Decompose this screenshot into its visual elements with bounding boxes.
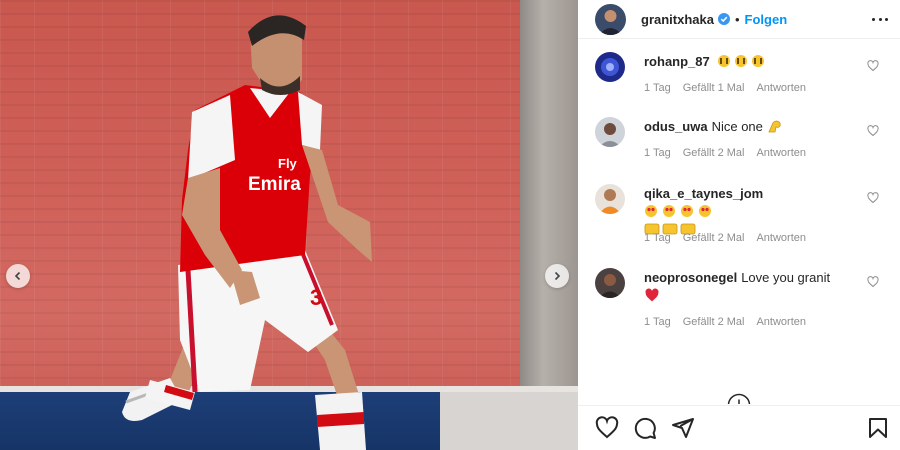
flexed-biceps-emoji-icon (767, 120, 781, 133)
more-options-icon[interactable] (872, 11, 888, 27)
comment-meta: 1 Tag Gefällt 1 Mal Antworten (644, 82, 806, 94)
heart-icon[interactable] (595, 416, 619, 440)
comment-time: 1 Tag (644, 82, 671, 94)
carousel-prev-button[interactable] (6, 264, 30, 288)
face-with-open-hands-emoji-icon (718, 55, 765, 67)
bookmark-icon[interactable] (866, 416, 890, 440)
heart-outline-icon[interactable] (867, 125, 879, 137)
verified-badge-icon (717, 13, 730, 25)
post-action-bar (578, 405, 900, 450)
commenter-username[interactable]: qika_e_taynes_jom (644, 186, 763, 201)
reply-button[interactable]: Antworten (756, 316, 806, 328)
commenter-avatar[interactable] (595, 117, 625, 147)
share-icon[interactable] (671, 416, 695, 440)
svg-text:Fly: Fly (278, 156, 298, 171)
comment-meta: 1 Tag Gefällt 2 Mal Antworten (644, 316, 806, 328)
comment-meta: 1 Tag Gefällt 2 Mal Antworten (644, 232, 806, 244)
football-player-image: 3 Fly Emira (122, 15, 372, 450)
svg-text:Emira: Emira (248, 174, 301, 195)
comment-likes[interactable]: Gefällt 2 Mal (683, 147, 745, 159)
reply-button[interactable]: Antworten (756, 82, 806, 94)
comment-meta: 1 Tag Gefällt 2 Mal Antworten (644, 147, 806, 159)
author-avatar[interactable] (595, 3, 626, 35)
post-side-panel: granitxhaka • Folgen rohanp_87 1 Tag Gef… (578, 0, 900, 450)
reply-button[interactable]: Antworten (756, 232, 806, 244)
commenter-avatar[interactable] (595, 268, 625, 298)
stadium-stand-edge (520, 0, 578, 390)
commenter-username[interactable]: odus_uwa (644, 119, 708, 134)
comment-likes[interactable]: Gefällt 2 Mal (683, 316, 745, 328)
commenter-avatar[interactable] (595, 52, 625, 82)
comment-text: qika_e_taynes_jom (644, 185, 844, 239)
comment-text: odus_uwa Nice one (644, 118, 844, 136)
heart-outline-icon[interactable] (867, 60, 879, 72)
plus-circle-icon[interactable] (727, 393, 751, 404)
post-photo[interactable]: 3 Fly Emira (0, 0, 578, 450)
post-header: granitxhaka • Folgen (578, 0, 900, 39)
comment-time: 1 Tag (644, 316, 671, 328)
carousel-next-button[interactable] (545, 264, 569, 288)
comment-likes[interactable]: Gefällt 2 Mal (683, 232, 745, 244)
comment-likes[interactable]: Gefällt 1 Mal (683, 82, 745, 94)
commenter-username[interactable]: neoprosonegel (644, 270, 737, 285)
reply-button[interactable]: Antworten (756, 147, 806, 159)
commenter-username[interactable]: rohanp_87 (644, 54, 710, 69)
comments-list[interactable]: rohanp_87 1 Tag Gefällt 1 Mal Antworten … (578, 40, 900, 404)
comment-text: rohanp_87 (644, 53, 844, 71)
follow-button[interactable]: Folgen (745, 12, 788, 27)
heart-outline-icon[interactable] (867, 276, 879, 288)
advertising-board-right (440, 392, 578, 450)
author-username[interactable]: granitxhaka (641, 12, 714, 27)
chevron-left-icon (14, 271, 21, 281)
comment-message: Nice one (711, 119, 763, 134)
comment-time: 1 Tag (644, 147, 671, 159)
heart-eyes-emoji-icon (645, 205, 711, 217)
chevron-right-icon (554, 271, 561, 281)
svg-text:3: 3 (310, 285, 322, 310)
comment-icon[interactable] (633, 416, 657, 440)
heart-outline-icon[interactable] (867, 192, 879, 204)
comment-time: 1 Tag (644, 232, 671, 244)
comment-message: Love you granit (741, 270, 831, 285)
commenter-avatar[interactable] (595, 184, 625, 214)
separator-dot: • (734, 11, 740, 27)
red-heart-emoji-icon (645, 288, 659, 302)
comment-text: neoprosonegel Love you granit (644, 269, 844, 305)
